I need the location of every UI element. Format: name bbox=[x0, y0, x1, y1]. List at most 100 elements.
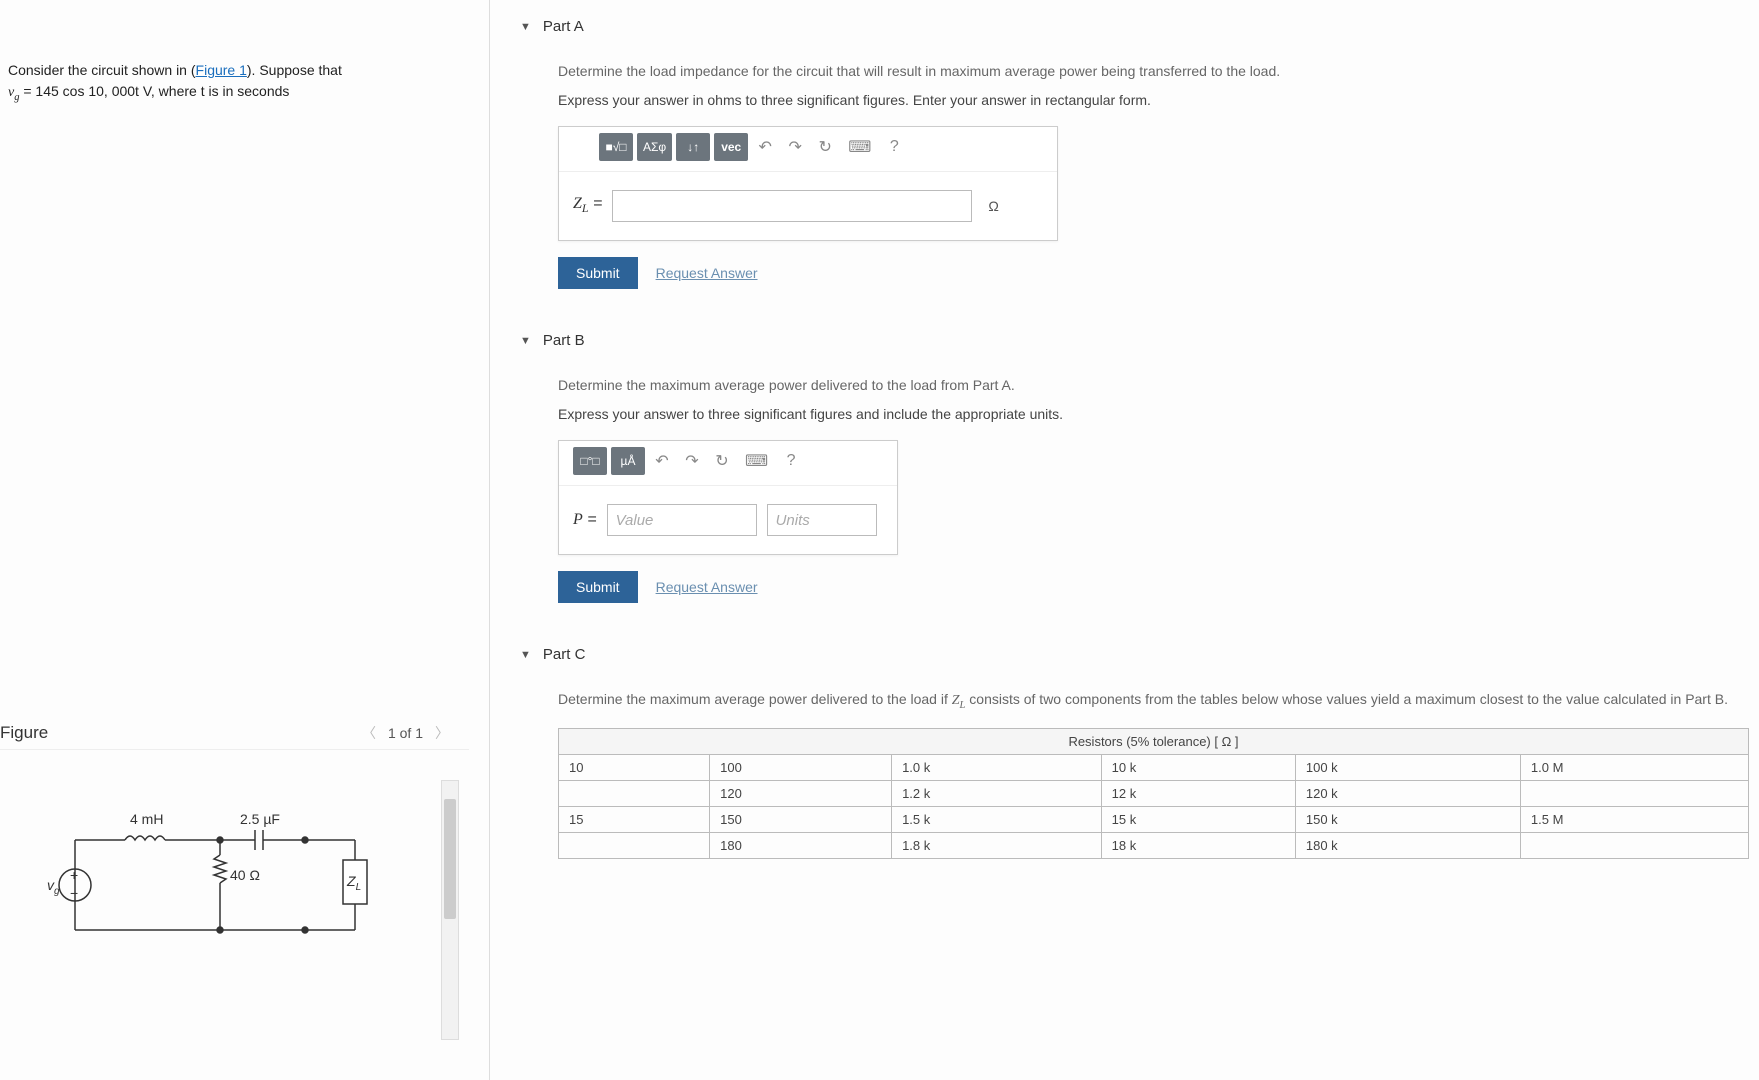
help-icon[interactable]: ? bbox=[778, 447, 804, 475]
part-a-input-row: ZL = Ω bbox=[559, 172, 1057, 240]
eq-rhs: = 145 cos 10, 000t V, where t is in seco… bbox=[19, 83, 289, 99]
circuit-diagram: + − bbox=[45, 780, 395, 980]
part-b-value-input[interactable] bbox=[607, 504, 757, 536]
table-cell: 1.5 M bbox=[1520, 806, 1748, 832]
table-cell: 1.8 k bbox=[892, 832, 1102, 858]
label-zl: Z bbox=[346, 873, 356, 889]
table-row: 1201.2 k12 k120 k bbox=[559, 780, 1749, 806]
part-a-header[interactable]: ▼ Part A bbox=[520, 10, 1749, 43]
table-row: 101001.0 k10 k100 k1.0 M bbox=[559, 754, 1749, 780]
table-cell: 1.0 k bbox=[892, 754, 1102, 780]
table-cell bbox=[1520, 780, 1748, 806]
figure-nav: 〈 1 of 1 〉 bbox=[362, 723, 449, 743]
subscript-button[interactable]: ↓↑ bbox=[676, 133, 710, 161]
part-b: ▼ Part B Determine the maximum average p… bbox=[520, 324, 1749, 603]
problem-intro: Consider the circuit shown in (Figure 1)… bbox=[0, 20, 479, 126]
undo-icon[interactable]: ↶ bbox=[752, 133, 778, 161]
figure-body: + − bbox=[0, 750, 469, 1070]
figure-page: 1 of 1 bbox=[388, 725, 423, 741]
reset-icon[interactable]: ↻ bbox=[709, 447, 735, 475]
part-b-input-row: P = bbox=[559, 486, 897, 554]
label-capacitor: 2.5 µF bbox=[240, 811, 280, 827]
part-a: ▼ Part A Determine the load impedance fo… bbox=[520, 10, 1749, 289]
table-cell: 120 k bbox=[1295, 780, 1520, 806]
table-cell: 18 k bbox=[1101, 832, 1295, 858]
redo-icon[interactable]: ↷ bbox=[679, 447, 705, 475]
caret-down-icon: ▼ bbox=[520, 335, 531, 347]
units-format-button[interactable]: □°□ bbox=[573, 447, 607, 475]
part-c: ▼ Part C Determine the maximum average p… bbox=[520, 638, 1749, 859]
part-a-answer-box: ■√□ ΑΣφ ↓↑ vec ↶ ↷ ↻ ⌨ ? ZL = Ω bbox=[558, 126, 1058, 241]
label-resistor: 40 Ω bbox=[230, 867, 260, 883]
table-cell bbox=[1520, 832, 1748, 858]
figure-link[interactable]: Figure 1 bbox=[196, 62, 247, 78]
undo-icon[interactable]: ↶ bbox=[649, 447, 675, 475]
right-pane: ▼ Part A Determine the load impedance fo… bbox=[490, 0, 1759, 1080]
figure-header: Figure 〈 1 of 1 〉 bbox=[0, 717, 469, 750]
figure-scrollbar[interactable] bbox=[441, 780, 459, 1040]
redo-icon[interactable]: ↷ bbox=[782, 133, 808, 161]
table-cell: 15 k bbox=[1101, 806, 1295, 832]
part-b-question: Determine the maximum average power deli… bbox=[558, 375, 1749, 396]
part-b-request-answer[interactable]: Request Answer bbox=[656, 579, 758, 595]
svg-text:vg: vg bbox=[47, 877, 60, 897]
keyboard-icon[interactable]: ⌨ bbox=[739, 447, 774, 475]
figure-title: Figure bbox=[0, 723, 48, 743]
part-b-title: Part B bbox=[543, 332, 585, 349]
part-b-submit-button[interactable]: Submit bbox=[558, 571, 638, 603]
figure-prev-icon[interactable]: 〈 bbox=[362, 723, 376, 743]
vec-button[interactable]: vec bbox=[714, 133, 748, 161]
part-c-title: Part C bbox=[543, 646, 586, 663]
table-cell: 15 bbox=[559, 806, 710, 832]
intro-text-2: ). Suppose that bbox=[247, 62, 342, 78]
keyboard-icon[interactable]: ⌨ bbox=[842, 133, 877, 161]
part-a-toolbar: ■√□ ΑΣφ ↓↑ vec ↶ ↷ ↻ ⌨ ? bbox=[559, 127, 1057, 172]
table-row: 1801.8 k18 k180 k bbox=[559, 832, 1749, 858]
table-cell: 100 bbox=[710, 754, 892, 780]
part-a-question: Determine the load impedance for the cir… bbox=[558, 61, 1749, 82]
table-cell bbox=[559, 832, 710, 858]
part-c-question: Determine the maximum average power deli… bbox=[558, 689, 1749, 714]
table-cell: 100 k bbox=[1295, 754, 1520, 780]
caret-down-icon: ▼ bbox=[520, 649, 531, 661]
table-row: 151501.5 k15 k150 k1.5 M bbox=[559, 806, 1749, 832]
resistor-table-wrap: Resistors (5% tolerance) [ Ω ] 101001.0 … bbox=[558, 728, 1749, 859]
left-pane: Consider the circuit shown in (Figure 1)… bbox=[0, 0, 490, 1080]
help-icon[interactable]: ? bbox=[881, 133, 907, 161]
intro-text-1: Consider the circuit shown in ( bbox=[8, 62, 196, 78]
table-cell: 150 k bbox=[1295, 806, 1520, 832]
part-a-subtext: Express your answer in ohms to three sig… bbox=[558, 92, 1749, 108]
table-cell: 10 k bbox=[1101, 754, 1295, 780]
resistor-table: Resistors (5% tolerance) [ Ω ] 101001.0 … bbox=[558, 728, 1749, 859]
figure-section: Figure 〈 1 of 1 〉 + − bbox=[0, 707, 479, 1070]
part-c-header[interactable]: ▼ Part C bbox=[520, 638, 1749, 671]
part-a-input[interactable] bbox=[612, 190, 972, 222]
label-zl-sub: L bbox=[356, 882, 362, 893]
table-cell: 180 k bbox=[1295, 832, 1520, 858]
label-inductor: 4 mH bbox=[130, 811, 163, 827]
part-b-subtext: Express your answer to three significant… bbox=[558, 406, 1749, 422]
template-button[interactable]: ■√□ bbox=[599, 133, 633, 161]
part-b-units-input[interactable] bbox=[767, 504, 877, 536]
table-cell bbox=[559, 780, 710, 806]
table-cell: 12 k bbox=[1101, 780, 1295, 806]
part-a-title: Part A bbox=[543, 18, 584, 35]
part-b-answer-box: □°□ µÅ ↶ ↷ ↻ ⌨ ? P = bbox=[558, 440, 898, 555]
figure-next-icon[interactable]: 〉 bbox=[435, 723, 449, 743]
mu-button[interactable]: µÅ bbox=[611, 447, 645, 475]
part-b-toolbar: □°□ µÅ ↶ ↷ ↻ ⌨ ? bbox=[559, 441, 897, 486]
table-cell: 1.0 M bbox=[1520, 754, 1748, 780]
scrollbar-thumb[interactable] bbox=[444, 799, 456, 919]
table-cell: 10 bbox=[559, 754, 710, 780]
part-a-request-answer[interactable]: Request Answer bbox=[656, 265, 758, 281]
part-b-var: P = bbox=[573, 511, 597, 529]
svg-text:−: − bbox=[70, 885, 78, 901]
table-cell: 1.5 k bbox=[892, 806, 1102, 832]
part-a-submit-button[interactable]: Submit bbox=[558, 257, 638, 289]
part-a-unit: Ω bbox=[988, 198, 998, 214]
greek-button[interactable]: ΑΣφ bbox=[637, 133, 672, 161]
table-cell: 1.2 k bbox=[892, 780, 1102, 806]
reset-icon[interactable]: ↻ bbox=[812, 133, 838, 161]
part-b-header[interactable]: ▼ Part B bbox=[520, 324, 1749, 357]
table-cell: 180 bbox=[710, 832, 892, 858]
